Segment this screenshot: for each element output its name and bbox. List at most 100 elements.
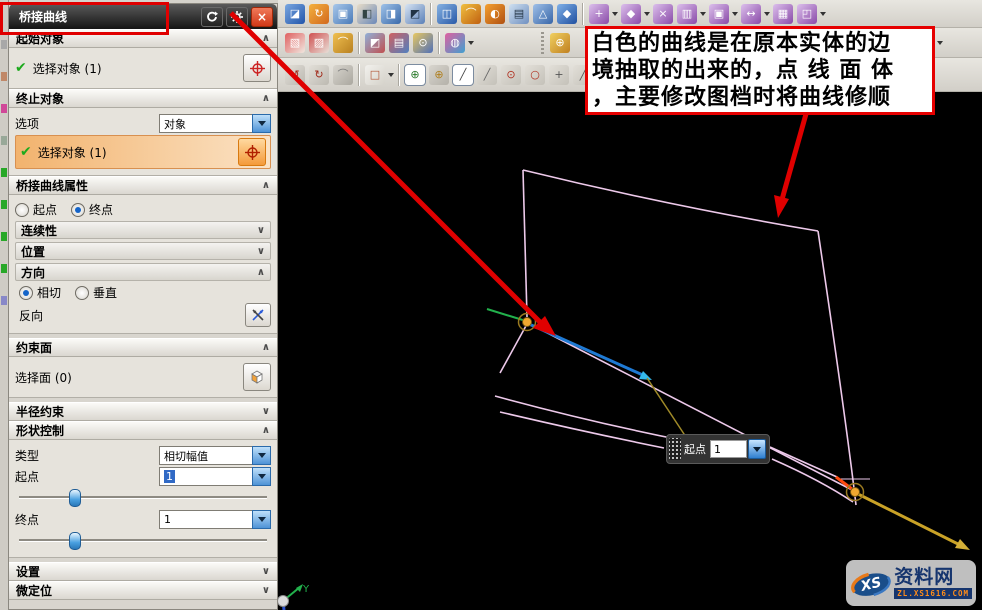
gripper-icon[interactable]: ⌒	[333, 64, 353, 85]
3d-viewport[interactable]	[278, 92, 982, 610]
subsection-direction[interactable]: 方向 ∧	[15, 263, 271, 281]
end-select-row-active[interactable]: ✔ 选择对象 (1)	[15, 135, 271, 169]
chevron-down-icon[interactable]	[936, 33, 944, 53]
section-micro-positioning[interactable]: 微定位 ∨	[9, 581, 277, 600]
trim-sheet-icon[interactable]: ◩	[365, 32, 385, 53]
chevron-down-icon[interactable]	[252, 446, 271, 465]
section-shape-control[interactable]: 形状控制 ∧	[9, 421, 277, 440]
reset-icon[interactable]	[201, 6, 223, 27]
radio-tangent[interactable]: 相切	[19, 284, 61, 301]
gear-icon[interactable]	[226, 6, 248, 27]
snap-rotate-icon[interactable]: ⊕	[429, 64, 449, 85]
collapse-chevron[interactable]: ∧	[262, 180, 270, 191]
mini-input-field[interactable]: 1	[710, 440, 747, 458]
end-value-spinner[interactable]: 1	[159, 510, 271, 529]
chevron-down-icon[interactable]	[699, 4, 707, 24]
quadrant-point-icon[interactable]: ○	[525, 64, 545, 85]
slider-thumb[interactable]	[68, 532, 81, 550]
snap-point-icon[interactable]: ⊕	[404, 63, 426, 86]
chevron-down-icon[interactable]	[763, 4, 771, 24]
shade-swirl-icon[interactable]: ◍	[445, 32, 465, 53]
section-settings[interactable]: 设置 ∨	[9, 562, 277, 581]
chevron-down-icon[interactable]	[819, 4, 827, 24]
shape-type-combo[interactable]: 相切幅值	[159, 446, 271, 465]
select-face-button[interactable]	[243, 363, 271, 391]
end-object-type-combo[interactable]: 对象	[159, 114, 271, 133]
center-point-icon[interactable]: ⊙	[501, 64, 521, 85]
subsection-continuity[interactable]: 连续性 ∨	[15, 221, 271, 239]
block-icon[interactable]: ▣	[333, 3, 353, 24]
delete-face-icon[interactable]: ×	[653, 3, 673, 24]
chevron-down-icon[interactable]	[252, 114, 271, 133]
rotate-point-a-icon[interactable]: ↺	[285, 64, 305, 85]
move-face-icon[interactable]: +	[589, 3, 609, 24]
line-icon[interactable]: ╱	[452, 63, 474, 86]
unite-icon[interactable]: ◫	[437, 3, 457, 24]
section-start-object[interactable]: 起始对象 ∧	[9, 29, 277, 48]
pad-icon[interactable]: ◨	[381, 3, 401, 24]
flange-icon[interactable]: ◐	[485, 3, 505, 24]
collapse-chevron[interactable]: ∨	[262, 406, 270, 417]
chevron-down-icon[interactable]	[252, 510, 271, 529]
collapse-chevron[interactable]: ∨	[262, 585, 270, 596]
plus-point-icon[interactable]: +	[549, 64, 569, 85]
radio-start-point[interactable]: 起点	[15, 201, 57, 218]
sphere-icon[interactable]: ◆	[557, 3, 577, 24]
toolbar-grip[interactable]	[539, 31, 546, 54]
pull-face-icon[interactable]: ◆	[621, 3, 641, 24]
bend-icon[interactable]: ⌒	[461, 3, 481, 24]
bend-tool-icon[interactable]: ⌒	[333, 32, 353, 53]
rotate-point-b-icon[interactable]: ↻	[309, 64, 329, 85]
collapse-chevron[interactable]: ∨	[257, 246, 265, 257]
collapse-chevron[interactable]: ∧	[262, 342, 270, 353]
offset-region-icon[interactable]: ▣	[709, 3, 729, 24]
chevron-down-icon[interactable]	[731, 4, 739, 24]
chevron-down-icon[interactable]	[467, 33, 475, 53]
chevron-down-icon[interactable]	[748, 439, 766, 459]
fill-surface-icon[interactable]: ▤	[389, 32, 409, 53]
select-object-button-active[interactable]	[238, 138, 266, 166]
start-point-mini-input[interactable]: 起点 1	[666, 434, 770, 464]
start-select-row[interactable]: ✔ 选择对象 (1)	[15, 54, 271, 82]
section-end-object[interactable]: 终止对象 ∧	[9, 89, 277, 108]
shell-body-icon[interactable]: ◰	[797, 3, 817, 24]
boss-icon[interactable]: ◧	[357, 3, 377, 24]
select-object-button[interactable]	[243, 54, 271, 82]
extrude-icon[interactable]: ◪	[285, 3, 305, 24]
collapse-chevron[interactable]: ∨	[257, 225, 265, 236]
resize-face-icon[interactable]: ↔	[741, 3, 761, 24]
wrap-icon[interactable]: ⊙	[413, 32, 433, 53]
slider-thumb[interactable]	[68, 489, 81, 507]
chevron-down-icon[interactable]	[387, 65, 395, 85]
copy-face-icon[interactable]: ▥	[677, 3, 697, 24]
pattern-face-icon[interactable]: ▦	[773, 3, 793, 24]
patch-icon[interactable]: ▤	[509, 3, 529, 24]
collapse-chevron[interactable]: ∨	[262, 566, 270, 577]
collapse-chevron[interactable]: ∧	[262, 425, 270, 436]
close-icon[interactable]: ×	[251, 6, 273, 27]
drag-grip-icon[interactable]	[669, 438, 681, 460]
revolve-icon[interactable]: ↻	[309, 3, 329, 24]
collapse-chevron[interactable]: ∧	[262, 33, 270, 44]
start-value-spinner[interactable]: 1	[159, 467, 271, 486]
end-value-slider[interactable]	[19, 531, 267, 550]
radio-end-point[interactable]: 终点	[71, 201, 113, 218]
endpoint-icon[interactable]: ╱	[477, 64, 497, 85]
pyramid-icon[interactable]: △	[533, 3, 553, 24]
radio-perpendicular[interactable]: 垂直	[75, 284, 117, 301]
key-document-icon[interactable]: ⊕	[550, 32, 570, 53]
chevron-down-icon[interactable]	[252, 467, 271, 486]
dialog-titlebar[interactable]: 桥接曲线 ×	[9, 4, 277, 29]
collapse-chevron[interactable]: ∧	[262, 93, 270, 104]
trim-body-icon[interactable]: ▧	[285, 32, 305, 53]
section-bridge-properties[interactable]: 桥接曲线属性 ∧	[9, 176, 277, 195]
collapse-chevron[interactable]: ∧	[257, 267, 265, 278]
section-constraint-face[interactable]: 约束面 ∧	[9, 338, 277, 357]
pocket-icon[interactable]: ◩	[405, 3, 425, 24]
reverse-direction-button[interactable]	[245, 303, 271, 327]
section-radius-constraint[interactable]: 半径约束 ∨	[9, 402, 277, 421]
chevron-down-icon[interactable]	[611, 4, 619, 24]
split-body-icon[interactable]: ▨	[309, 32, 329, 53]
chevron-down-icon[interactable]	[643, 4, 651, 24]
selection-rectangle-icon[interactable]: □	[365, 64, 385, 85]
